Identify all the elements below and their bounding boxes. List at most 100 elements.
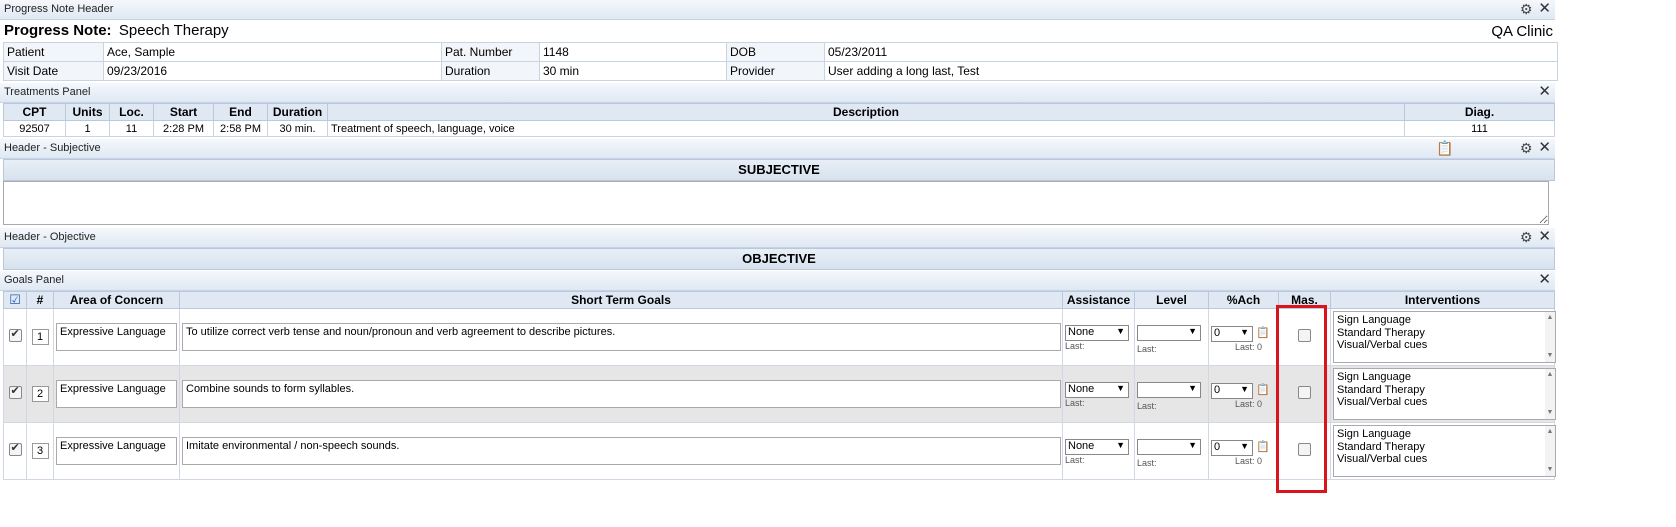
clipboard-icon[interactable]: 📋 bbox=[1256, 441, 1270, 453]
short-term-goal-input[interactable]: Combine sounds to form syllables. bbox=[182, 380, 1061, 408]
list-item: Visual/Verbal cues bbox=[1337, 396, 1428, 408]
ach-last: Last: 0 bbox=[1235, 399, 1263, 409]
list-item: Sign Language bbox=[1337, 371, 1412, 383]
patient-info-table: Patient Ace, Sample Pat. Number 1148 DOB… bbox=[3, 42, 1558, 81]
close-icon[interactable]: ✕ bbox=[1538, 229, 1551, 245]
goal-number[interactable]: 1 bbox=[31, 329, 49, 345]
ach-select[interactable]: 0 ▼ bbox=[1211, 383, 1253, 399]
col-ach: %Ach bbox=[1208, 291, 1279, 309]
interventions-list[interactable]: Sign Language Standard Therapy Visual/Ve… bbox=[1333, 425, 1556, 477]
patnum-value: 1148 bbox=[539, 42, 727, 62]
ach-value: 0 bbox=[1214, 327, 1221, 339]
close-icon[interactable]: ✕ bbox=[1538, 84, 1551, 100]
col-loc: Loc. bbox=[109, 103, 154, 121]
patient-value: Ace, Sample bbox=[103, 42, 442, 62]
close-icon[interactable]: ✕ bbox=[1538, 140, 1551, 156]
goal-select-checkbox[interactable] bbox=[8, 384, 22, 399]
area-of-concern-input[interactable]: Expressive Language bbox=[56, 323, 177, 351]
short-term-goal-input[interactable]: To utilize correct verb tense and noun/p… bbox=[182, 323, 1061, 351]
ach-value: 0 bbox=[1214, 441, 1221, 453]
scrollbar[interactable]: ▲ ▼ bbox=[1545, 426, 1555, 476]
close-icon[interactable]: ✕ bbox=[1538, 272, 1551, 288]
start-cell: 2:28 PM bbox=[153, 120, 214, 137]
dob-label: DOB bbox=[726, 42, 825, 62]
interventions-list[interactable]: Sign Language Standard Therapy Visual/Ve… bbox=[1333, 368, 1556, 420]
ach-select[interactable]: 0 ▼ bbox=[1211, 326, 1253, 342]
col-description: Description bbox=[327, 103, 1405, 121]
close-icon[interactable]: ✕ bbox=[1538, 1, 1551, 17]
short-term-goal-input[interactable]: Imitate environmental / non-speech sound… bbox=[182, 437, 1061, 465]
level-select[interactable]: ▼ bbox=[1137, 325, 1201, 341]
chevron-down-icon: ▼ bbox=[1116, 383, 1125, 393]
chevron-down-icon: ▼ bbox=[1116, 440, 1125, 450]
area-of-concern-input[interactable]: Expressive Language bbox=[56, 437, 177, 465]
mastered-checkbox[interactable] bbox=[1298, 386, 1311, 399]
col-assistance: Assistance bbox=[1062, 291, 1135, 309]
assistance-value: None bbox=[1068, 326, 1095, 338]
col-diag: Diag. bbox=[1404, 103, 1555, 121]
level-select[interactable]: ▼ bbox=[1137, 382, 1201, 398]
ach-select[interactable]: 0 ▼ bbox=[1211, 440, 1253, 456]
duration-label: Duration bbox=[441, 61, 540, 81]
col-level: Level bbox=[1134, 291, 1209, 309]
clipboard-icon[interactable]: 📋 bbox=[1436, 140, 1453, 156]
goal-row: 2 Expressive Language Combine sounds to … bbox=[3, 365, 1556, 423]
col-duration: Duration bbox=[267, 103, 328, 121]
assistance-select[interactable]: None ▼ bbox=[1065, 325, 1129, 341]
goal-row: 3 Expressive Language Imitate environmen… bbox=[3, 422, 1556, 480]
scrollbar[interactable]: ▲ ▼ bbox=[1545, 369, 1555, 419]
treatments-table: CPT Units Loc. Start End Duration Descri… bbox=[3, 103, 1555, 137]
note-type: Speech Therapy bbox=[118, 22, 229, 39]
visit-label: Visit Date bbox=[3, 61, 104, 81]
assistance-last: Last: bbox=[1065, 455, 1085, 465]
ach-last: Last: 0 bbox=[1235, 342, 1263, 352]
goals-panel-header: Goals Panel ✕ bbox=[0, 271, 1555, 291]
assistance-select[interactable]: None ▼ bbox=[1065, 382, 1129, 398]
progress-note-header-panel: Progress Note Header ⚙ ✕ bbox=[0, 0, 1555, 20]
list-item: Standard Therapy bbox=[1337, 440, 1425, 453]
col-cpt: CPT bbox=[3, 103, 66, 121]
check-all-header[interactable]: ☑ bbox=[3, 291, 27, 309]
area-of-concern-input[interactable]: Expressive Language bbox=[56, 380, 177, 408]
units-cell: 1 bbox=[65, 120, 110, 137]
col-units: Units bbox=[65, 103, 110, 121]
list-item: Visual/Verbal cues bbox=[1337, 453, 1428, 465]
goals-table: ☑ # Area of Concern Short Term Goals Ass… bbox=[3, 291, 1556, 480]
cpt-cell: 92507 bbox=[3, 120, 66, 137]
goal-number[interactable]: 2 bbox=[31, 386, 49, 402]
note-title-row: Progress Note: Speech Therapy QA Clinic bbox=[0, 20, 1555, 42]
progress-note-app: Progress Note Header ⚙ ✕ Progress Note: … bbox=[0, 0, 1558, 480]
assistance-select[interactable]: None ▼ bbox=[1065, 439, 1129, 455]
list-item: Sign Language bbox=[1337, 428, 1412, 440]
treatments-panel-header: Treatments Panel ✕ bbox=[0, 83, 1555, 103]
interventions-list[interactable]: Sign Language Standard Therapy Visual/Ve… bbox=[1333, 311, 1556, 363]
check-all-icon[interactable]: ☑ bbox=[9, 292, 21, 307]
table-row[interactable]: 92507 1 11 2:28 PM 2:58 PM 30 min. Treat… bbox=[3, 120, 1555, 137]
goal-select-checkbox[interactable] bbox=[8, 441, 22, 456]
mastered-checkbox[interactable] bbox=[1298, 329, 1311, 342]
goal-select-checkbox[interactable] bbox=[8, 327, 22, 342]
chevron-down-icon: ▼ bbox=[1188, 440, 1197, 450]
col-start: Start bbox=[153, 103, 214, 121]
list-item: Sign Language bbox=[1337, 314, 1412, 326]
gear-icon[interactable]: ⚙ bbox=[1520, 229, 1533, 245]
panel-title: Progress Note Header bbox=[4, 3, 114, 15]
mastered-checkbox[interactable] bbox=[1298, 443, 1311, 456]
visit-value: 09/23/2016 bbox=[103, 61, 442, 81]
gear-icon[interactable]: ⚙ bbox=[1520, 140, 1533, 156]
clipboard-icon[interactable]: 📋 bbox=[1256, 327, 1270, 339]
subjective-textarea[interactable] bbox=[3, 181, 1549, 225]
clipboard-icon[interactable]: 📋 bbox=[1256, 384, 1270, 396]
level-last: Last: bbox=[1137, 344, 1157, 354]
provider-value: User adding a long last, Test bbox=[824, 61, 1558, 81]
panel-title: Goals Panel bbox=[4, 274, 64, 286]
list-item: Visual/Verbal cues bbox=[1337, 339, 1428, 351]
assistance-last: Last: bbox=[1065, 398, 1085, 408]
gear-icon[interactable]: ⚙ bbox=[1520, 1, 1533, 17]
goal-number[interactable]: 3 bbox=[31, 443, 49, 459]
end-cell: 2:58 PM bbox=[213, 120, 268, 137]
ach-last: Last: 0 bbox=[1235, 456, 1263, 466]
chevron-down-icon: ▼ bbox=[1116, 326, 1125, 336]
level-select[interactable]: ▼ bbox=[1137, 439, 1201, 455]
scrollbar[interactable]: ▲ ▼ bbox=[1545, 312, 1555, 362]
